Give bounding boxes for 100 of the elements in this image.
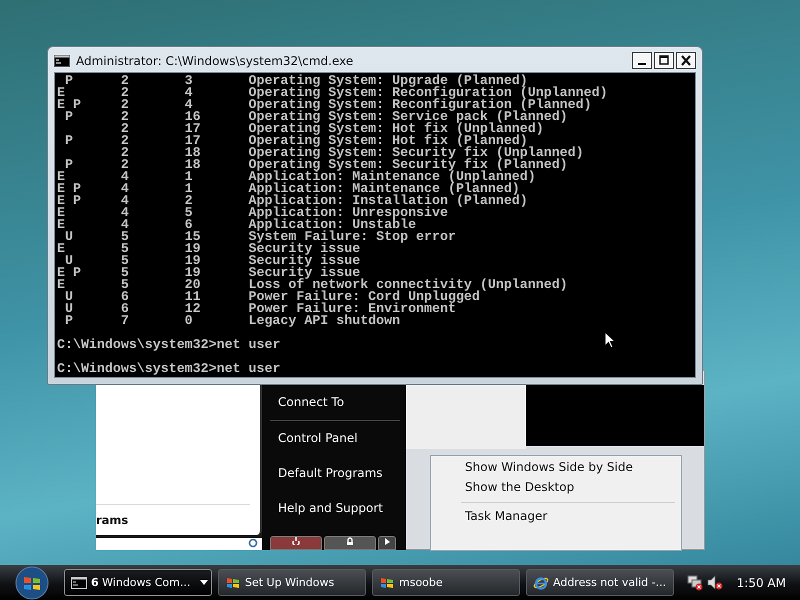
reason-cell-text: Operating System: Upgrade (Planned) xyxy=(248,75,528,87)
flag-cell-text: U xyxy=(64,255,74,267)
power-icon xyxy=(291,537,301,545)
flag-cell-text: E P xyxy=(57,195,82,207)
command-prompt-line: C:\Windows\system32>net user xyxy=(57,339,280,351)
flag-cell-text: E xyxy=(57,243,66,255)
start-menu-item[interactable]: Default Programs xyxy=(270,466,400,501)
minor-cell-text: 19 xyxy=(184,255,202,267)
minor-cell-text: 20 xyxy=(184,279,202,291)
major-cell-text: 6 xyxy=(120,303,130,315)
reason-cell-text: Operating System: Reconfiguration (Planned) xyxy=(248,99,592,111)
clock-time[interactable]: 1:50 AM xyxy=(736,576,786,590)
minor-cell-text: 6 xyxy=(184,219,193,231)
taskbar-button[interactable]: Address not valid -... xyxy=(526,569,674,596)
flag-cell-text: U xyxy=(64,231,74,243)
major-cell-text: 2 xyxy=(120,159,130,171)
major-cell-text: 2 xyxy=(120,75,130,87)
reason-cell-text: Application: Unresponsive xyxy=(248,207,449,219)
major-cell-text: 4 xyxy=(120,183,130,195)
reason-cell-text: Security issue xyxy=(248,255,362,267)
options-arrow-button[interactable] xyxy=(378,536,396,550)
major-cell-text: 5 xyxy=(120,243,130,255)
close-icon xyxy=(680,55,692,66)
minor-cell-text: 1 xyxy=(184,183,194,195)
maximize-icon xyxy=(658,55,670,66)
console-app-icon xyxy=(54,54,70,66)
minor-cell-text: 2 xyxy=(184,195,194,207)
taskbar-button[interactable]: msoobe xyxy=(372,569,520,596)
menu-item[interactable]: Show the Desktop xyxy=(431,478,681,498)
minor-cell-text: 19 xyxy=(184,243,202,255)
reason-cell-text: Loss of network connectivity (Unplanned) xyxy=(248,279,569,291)
reason-cell-text: System Failure: Stop error xyxy=(248,231,457,243)
minor-cell-text: 12 xyxy=(184,303,202,315)
minor-cell-text: 3 xyxy=(184,75,194,87)
major-cell-text: 2 xyxy=(120,111,130,123)
flag-cell-text: P xyxy=(64,159,74,171)
speaker-muted-icon[interactable] xyxy=(706,574,723,590)
network-error-icon[interactable] xyxy=(686,574,703,590)
browser-e-icon xyxy=(533,574,549,590)
reason-cell-text: Security issue xyxy=(248,267,360,279)
flag-cell-text: U xyxy=(64,291,74,303)
start-menu-item[interactable]: Connect To xyxy=(270,395,400,430)
major-cell-text: 4 xyxy=(120,171,130,183)
power-button[interactable] xyxy=(270,536,322,550)
reason-cell-text: Operating System: Reconfiguration (Unplanned) xyxy=(248,87,609,99)
minor-cell-text: 18 xyxy=(184,147,202,159)
taskbar-button[interactable]: Set Up Windows xyxy=(218,569,366,596)
minimize-button[interactable] xyxy=(632,52,652,69)
flag-cell-text: E xyxy=(57,207,66,219)
lock-button[interactable] xyxy=(324,536,376,550)
major-cell-text: 6 xyxy=(120,291,130,303)
taskbar-button[interactable]: 6 Windows Com... xyxy=(64,569,212,596)
flag-cell-text: E xyxy=(57,171,66,183)
search-field[interactable] xyxy=(96,538,262,550)
flag-cell-text: P xyxy=(64,315,74,327)
flag-cell-text: U xyxy=(64,303,74,315)
flag-cell-text: E P xyxy=(57,267,82,279)
close-button[interactable] xyxy=(676,52,696,69)
minor-cell-text: 0 xyxy=(184,315,194,327)
major-cell-text: 2 xyxy=(120,99,130,111)
flag-cell-text: P xyxy=(64,135,74,147)
minor-cell-text: 16 xyxy=(184,111,202,123)
all-programs-link[interactable]: rams xyxy=(96,504,250,527)
reason-cell-text: Power Failure: Environment xyxy=(248,303,456,315)
flag-cell-text: P xyxy=(64,111,74,123)
minor-cell-text: 15 xyxy=(184,231,202,243)
major-cell-text: 2 xyxy=(120,135,130,147)
window-title: Administrator: C:\Windows\system32\cmd.exe xyxy=(76,54,354,68)
major-cell-text: 2 xyxy=(120,147,130,159)
flag-cell-text: E xyxy=(57,87,66,99)
reason-cell-text: Application: Unstable xyxy=(248,219,416,231)
flag-cell-text: E xyxy=(57,279,66,291)
minor-cell-text: 18 xyxy=(184,159,202,171)
arrow-icon xyxy=(383,537,391,545)
search-icon xyxy=(248,538,258,548)
minor-cell-text: 19 xyxy=(184,267,202,279)
minor-cell-text: 5 xyxy=(184,207,194,219)
reason-cell-text: Power Failure: Cord Unplugged xyxy=(248,291,481,303)
reason-cell-text: Legacy API shutdown xyxy=(248,315,402,327)
reason-cell-text: Operating System: Security fix (Unplanned) xyxy=(248,147,585,159)
flag-cell-text: E P xyxy=(57,183,82,195)
start-menu-item[interactable]: Help and Support xyxy=(270,501,400,536)
major-cell-text: 5 xyxy=(120,267,130,279)
minor-cell-text: 11 xyxy=(184,291,202,303)
start-menu-item[interactable]: Control Panel xyxy=(270,431,400,466)
minor-cell-text: 1 xyxy=(184,171,194,183)
minor-cell-text: 17 xyxy=(184,135,202,147)
major-cell-text: 4 xyxy=(120,195,130,207)
minor-cell-text: 4 xyxy=(184,87,194,99)
menu-item[interactable]: Task Manager xyxy=(431,507,681,527)
menu-item[interactable]: Show Windows Side by Side xyxy=(431,458,681,478)
reason-cell-text: Operating System: Security fix (Planned) xyxy=(248,159,568,171)
maximize-button[interactable] xyxy=(654,52,674,69)
flag-cell-text: E xyxy=(57,219,66,231)
reason-cell-text: Operating System: Hot fix (Planned) xyxy=(248,135,528,147)
reason-cell-text: Application: Maintenance (Unplanned) xyxy=(248,171,536,183)
major-cell-text: 5 xyxy=(120,255,130,267)
command-prompt-line: C:\Windows\system32>net user xyxy=(57,363,280,375)
reason-cell-text: Operating System: Service pack (Planned) xyxy=(248,111,568,123)
minor-cell-text: 4 xyxy=(184,99,193,111)
